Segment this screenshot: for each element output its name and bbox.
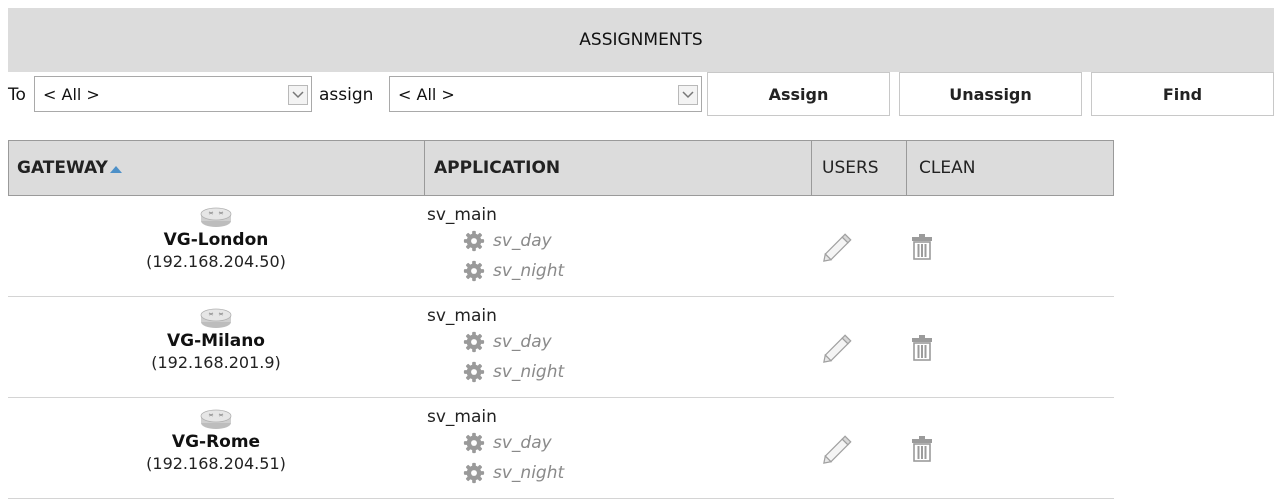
page-title: ASSIGNMENTS: [579, 30, 703, 50]
column-header-clean-label: CLEAN: [919, 158, 976, 178]
sub-application-name: sv_night: [493, 362, 565, 382]
gear-icon: [463, 230, 485, 252]
pencil-icon[interactable]: [818, 333, 858, 363]
column-header-application[interactable]: APPLICATION: [425, 141, 811, 195]
application-name: sv_main: [427, 407, 497, 427]
assignments-header: ASSIGNMENTS: [8, 8, 1274, 72]
application-name: sv_main: [427, 205, 497, 225]
gear-icon: [463, 260, 485, 282]
sub-application: sv_day: [463, 428, 807, 458]
sub-application-name: sv_day: [493, 231, 552, 251]
trash-icon[interactable]: [911, 436, 933, 462]
unassign-button[interactable]: Unassign: [899, 72, 1082, 116]
assign-select-value: < All >: [398, 85, 455, 104]
assignment-toolbar: To < All > assign < All > Assign Unassig…: [8, 72, 1274, 120]
table-body: VG-London (192.168.204.50) sv_main sv_da…: [8, 196, 1114, 499]
sort-ascending-icon: [109, 165, 122, 173]
sub-application-name: sv_night: [493, 261, 565, 281]
to-select[interactable]: < All >: [34, 76, 312, 112]
sub-application: sv_night: [463, 256, 807, 286]
router-icon: [200, 207, 232, 227]
gateway-ip: (192.168.201.9): [151, 353, 281, 372]
column-header-application-label: APPLICATION: [434, 158, 561, 178]
trash-icon[interactable]: [911, 335, 933, 361]
pencil-icon[interactable]: [818, 232, 858, 262]
sub-application-name: sv_day: [493, 332, 552, 352]
gear-icon: [463, 432, 485, 454]
assign-select[interactable]: < All >: [389, 76, 702, 112]
find-button[interactable]: Find: [1091, 72, 1274, 116]
gateway-cell: VG-London (192.168.204.50): [8, 196, 424, 273]
application-cell: sv_main sv_day sv_night: [427, 204, 807, 286]
gear-icon: [463, 462, 485, 484]
router-icon: [200, 308, 232, 328]
gear-icon: [463, 361, 485, 383]
router-icon: [200, 409, 232, 429]
chevron-down-icon[interactable]: [678, 85, 698, 105]
table-row: VG-Milano (192.168.201.9) sv_main sv_day: [8, 297, 1114, 398]
gateway-ip: (192.168.204.51): [146, 454, 286, 473]
sub-application: sv_night: [463, 357, 807, 387]
application-cell: sv_main sv_day sv_night: [427, 406, 807, 488]
column-header-gateway[interactable]: GATEWAY: [9, 141, 424, 195]
table-header: GATEWAY APPLICATION USERS CLEAN: [8, 140, 1114, 196]
application-cell: sv_main sv_day sv_night: [427, 305, 807, 387]
to-label: To: [8, 85, 26, 105]
sub-application: sv_day: [463, 327, 807, 357]
gear-icon: [463, 331, 485, 353]
gateway-name: VG-London: [163, 230, 269, 250]
assign-button[interactable]: Assign: [707, 72, 890, 116]
table-row: VG-London (192.168.204.50) sv_main sv_da…: [8, 196, 1114, 297]
column-header-users[interactable]: USERS: [812, 141, 906, 195]
to-select-value: < All >: [43, 85, 100, 104]
sub-application-name: sv_night: [493, 463, 565, 483]
column-header-gateway-label: GATEWAY: [17, 158, 108, 178]
sub-application: sv_night: [463, 458, 807, 488]
gateway-cell: VG-Rome (192.168.204.51): [8, 398, 424, 475]
pencil-icon[interactable]: [818, 434, 858, 464]
gateway-name: VG-Milano: [167, 331, 265, 351]
gateway-name: VG-Rome: [171, 432, 261, 452]
sub-application-name: sv_day: [493, 433, 552, 453]
assignments-table: GATEWAY APPLICATION USERS CLEAN VG-Londo…: [8, 140, 1114, 499]
column-header-users-label: USERS: [822, 158, 879, 178]
chevron-down-icon[interactable]: [288, 85, 308, 105]
assign-label: assign: [319, 85, 374, 105]
table-row: VG-Rome (192.168.204.51) sv_main sv_day: [8, 398, 1114, 499]
column-header-clean[interactable]: CLEAN: [907, 141, 1113, 195]
gateway-cell: VG-Milano (192.168.201.9): [8, 297, 424, 374]
gateway-ip: (192.168.204.50): [146, 252, 286, 271]
trash-icon[interactable]: [911, 234, 933, 260]
application-name: sv_main: [427, 306, 497, 326]
sub-application: sv_day: [463, 226, 807, 256]
